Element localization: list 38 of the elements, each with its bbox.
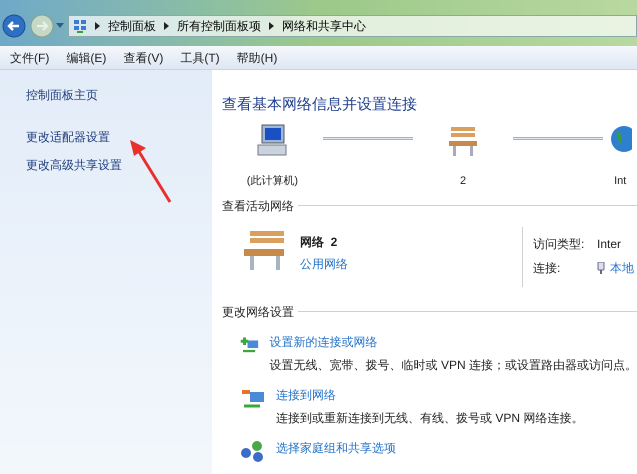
menu-item[interactable]: 文件(F) (8, 48, 52, 66)
menu-item[interactable]: 帮助(H) (234, 48, 280, 66)
section-heading: 更改网络设置 (222, 304, 294, 320)
network-type-link[interactable]: 公用网络 (300, 254, 348, 272)
sidebar-link[interactable]: 控制面板主页 (26, 86, 98, 104)
network-label: 2 (460, 174, 466, 188)
menu-item[interactable]: 编辑(E) (64, 48, 108, 66)
task-description: 设置无线、宽带、拨号、临时或 VPN 连接；或设置路由器或访问点。 (270, 356, 637, 374)
chevron-icon (95, 22, 100, 30)
property-label: 访问类型: (533, 236, 586, 252)
control-panel-icon (73, 19, 87, 33)
annotation-arrow (128, 140, 174, 204)
dropdown-icon[interactable] (56, 23, 64, 29)
access-type-value: Inter (597, 236, 622, 252)
chevron-icon (164, 22, 169, 30)
connection-link[interactable]: 本地 (610, 258, 634, 276)
task-link[interactable]: 选择家庭组和共享选项 (276, 438, 396, 456)
sidebar-link[interactable]: 更改适配器设置 (26, 128, 110, 146)
breadcrumb-item[interactable]: 控制面板 (108, 17, 156, 35)
computer-label: (此计算机) (246, 174, 298, 188)
page-title: 查看基本网络信息并设置连接 (222, 95, 417, 115)
plug-icon (597, 262, 605, 274)
sidebar-link[interactable]: 更改高级共享设置 (26, 156, 122, 174)
address-bar[interactable]: 控制面板 所有控制面板项 网络和共享中心 (68, 15, 637, 37)
network-label: Int (614, 174, 626, 188)
homegroup-icon (240, 438, 266, 462)
task-description: 连接到或重新连接到无线、有线、拨号或 VPN 网络连接。 (276, 410, 584, 426)
back-icon[interactable] (2, 14, 26, 38)
section-heading: 查看活动网络 (222, 198, 294, 214)
property-label: 连接: (533, 260, 562, 276)
task-link[interactable]: 连接到网络 (276, 386, 336, 404)
task-link[interactable]: 设置新的连接或网络 (270, 332, 378, 350)
chevron-icon (269, 22, 274, 30)
network-name: 网络 2 (300, 234, 338, 250)
breadcrumb-item[interactable]: 所有控制面板项 (177, 17, 261, 35)
menu-item[interactable]: 查看(V) (121, 48, 166, 66)
menu-item[interactable]: 工具(T) (178, 48, 222, 66)
breadcrumb-item[interactable]: 网络和共享中心 (282, 17, 366, 35)
